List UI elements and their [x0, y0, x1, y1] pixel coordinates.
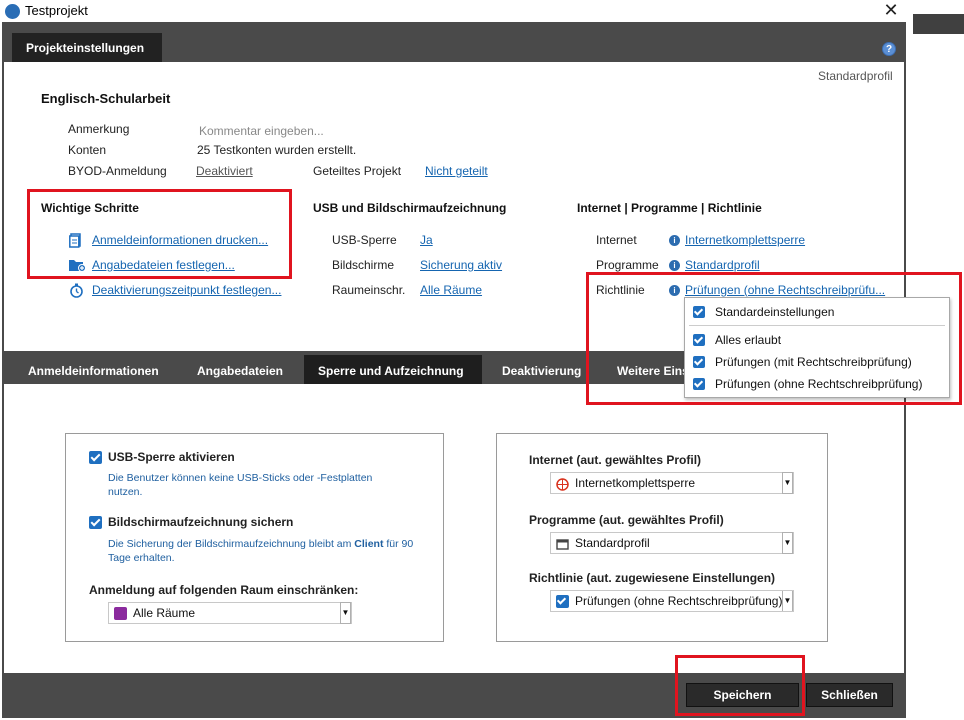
screen-record-checkbox[interactable] [89, 516, 102, 529]
highlight-box-save [675, 655, 805, 716]
close-icon[interactable]: ✕ [880, 0, 902, 22]
deactivation-time-link[interactable]: Deaktivierungszeitpunkt festlegen... [92, 283, 281, 297]
screen-record-checkbox-label: Bildschirmaufzeichnung sichern [108, 515, 294, 529]
byod-label: BYOD-Anmeldung [68, 164, 167, 178]
programs-link[interactable]: Standardprofil [685, 258, 760, 272]
background-window-strip [913, 14, 964, 34]
chevron-down-icon: ▼ [782, 532, 793, 554]
konten-label: Konten [68, 143, 107, 157]
usb-lock-description: Die Benutzer können keine USB-Sticks ode… [108, 472, 373, 498]
shared-label: Geteiltes Projekt [313, 164, 402, 178]
usb-lock-link[interactable]: Ja [420, 233, 433, 247]
highlight-box-policy [586, 272, 962, 405]
chevron-down-icon: ▼ [782, 472, 793, 494]
chevron-down-icon: ▼ [782, 591, 793, 611]
internet-profile-label: Internet (aut. gewähltes Profil) [529, 453, 702, 467]
internet-label: Internet [596, 233, 637, 247]
stopwatch-icon [69, 283, 84, 301]
byod-link[interactable]: Deaktiviert [196, 164, 253, 178]
rooms-label: Raumeinschr. [332, 283, 406, 297]
profile-label: Standardprofil [818, 69, 893, 83]
window-icon [556, 537, 569, 550]
policy-profile-select[interactable]: Prüfungen (ohne Rechtschreibprüfung) ▼ [550, 590, 794, 612]
project-title: Englisch-Schularbeit [41, 91, 171, 106]
help-icon[interactable]: ? [882, 42, 896, 56]
tab-anmeldeinformationen[interactable]: Anmeldeinformationen [14, 351, 173, 384]
room-icon [114, 607, 127, 620]
internet-title: Internet | Programme | Richtlinie [577, 201, 762, 215]
room-select[interactable]: Alle Räume ▼ [108, 602, 352, 624]
programs-label: Programme [596, 258, 659, 272]
window-border [2, 62, 4, 718]
comment-input[interactable]: Kommentar eingeben... [199, 124, 324, 138]
title-bar [0, 0, 906, 22]
screens-link[interactable]: Sicherung aktiv [420, 258, 502, 272]
usb-lock-checkbox-label: USB-Sperre aktivieren [108, 450, 235, 464]
info-icon: i [669, 235, 680, 246]
highlight-box-steps [27, 189, 292, 279]
room-restrict-label: Anmeldung auf folgenden Raum einschränke… [89, 583, 359, 597]
programs-profile-label: Programme (aut. gewähltes Profil) [529, 513, 724, 527]
tab-angabedateien[interactable]: Angabedateien [183, 351, 297, 384]
close-button[interactable]: Schließen [806, 683, 893, 707]
usb-title: USB und Bildschirmaufzeichnung [313, 201, 507, 215]
rooms-link[interactable]: Alle Räume [420, 283, 482, 297]
shield-icon [556, 595, 569, 608]
chevron-down-icon: ▼ [340, 602, 351, 624]
konten-value: 25 Testkonten wurden erstellt. [197, 143, 357, 157]
programs-profile-select[interactable]: Standardprofil ▼ [550, 532, 794, 554]
window-title: Testprojekt [25, 3, 88, 18]
tab-deaktivierung[interactable]: Deaktivierung [488, 351, 595, 384]
info-icon: i [669, 260, 680, 271]
internet-profile-select[interactable]: Internetkomplettsperre ▼ [550, 472, 794, 494]
usb-lock-label: USB-Sperre [332, 233, 397, 247]
tab-projekteinstellungen[interactable]: Projekteinstellungen [12, 33, 162, 62]
screens-label: Bildschirme [332, 258, 395, 272]
internet-link[interactable]: Internetkomplettsperre [685, 233, 805, 247]
shared-link[interactable]: Nicht geteilt [425, 164, 488, 178]
tab-sperre-aufzeichnung[interactable]: Sperre und Aufzeichnung [304, 355, 482, 384]
globe-blocked-icon [556, 477, 569, 491]
app-icon [5, 4, 20, 19]
policy-profile-label: Richtlinie (aut. zugewiesene Einstellung… [529, 571, 776, 585]
screen-record-description: Die Sicherung der Bildschirmaufzeichnung… [108, 538, 414, 564]
usb-lock-checkbox[interactable] [89, 451, 102, 464]
anmerkung-label: Anmerkung [68, 122, 130, 136]
